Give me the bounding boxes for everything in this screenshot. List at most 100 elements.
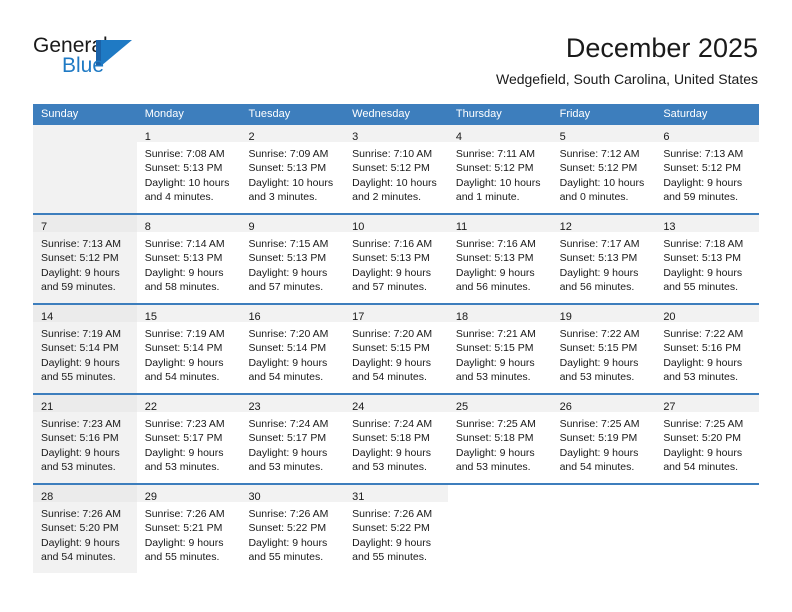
daylight-text-line2: and 0 minutes. xyxy=(559,191,629,204)
calendar-day-cell-14[interactable]: 14 Sunrise: 7:19 AM Sunset: 5:14 PM Dayl… xyxy=(33,305,137,393)
day-number-bar: 1 xyxy=(136,125,241,143)
day-number-bar: 16 xyxy=(240,305,345,323)
sunrise-text: Sunrise: 7:25 AM xyxy=(455,418,536,430)
calendar-day-cell-16[interactable]: 16 Sunrise: 7:20 AM Sunset: 5:14 PM Dayl… xyxy=(240,305,345,393)
day-number: 15 xyxy=(144,311,157,323)
sunrise-text: Sunrise: 7:15 AM xyxy=(248,238,329,250)
daylight-text-line1: Daylight: 9 hours xyxy=(559,446,639,459)
calendar-day-cell-20[interactable]: 20 Sunrise: 7:22 AM Sunset: 5:16 PM Dayl… xyxy=(655,305,760,393)
calendar-weeks: 1 Sunrise: 7:08 AM Sunset: 5:13 PM Dayli… xyxy=(33,125,760,573)
daylight-text-line1: Daylight: 10 hours xyxy=(352,176,437,189)
page-header: General Blue December 2025 Wedgefield, S… xyxy=(0,0,792,104)
sunset-text: Sunset: 5:15 PM xyxy=(455,342,534,355)
day-number: 29 xyxy=(144,491,157,503)
title-block: December 2025 Wedgefield, South Carolina… xyxy=(496,32,758,88)
weekday-header-wednesday: Wednesday xyxy=(352,108,411,120)
calendar-day-cell-18[interactable]: 18 Sunrise: 7:21 AM Sunset: 5:15 PM Dayl… xyxy=(447,305,552,393)
calendar-day-cell-26[interactable]: 26 Sunrise: 7:25 AM Sunset: 5:19 PM Dayl… xyxy=(551,395,656,483)
day-number: 16 xyxy=(248,311,261,323)
day-number-bar: 10 xyxy=(344,215,448,233)
calendar-day-cell-12[interactable]: 12 Sunrise: 7:17 AM Sunset: 5:13 PM Dayl… xyxy=(551,215,656,303)
daylight-text-line1: Daylight: 9 hours xyxy=(41,446,120,459)
sunrise-text: Sunrise: 7:13 AM xyxy=(663,148,744,160)
calendar-day-cell-29[interactable]: 29 Sunrise: 7:26 AM Sunset: 5:21 PM Dayl… xyxy=(136,485,241,573)
calendar-day-cell-30[interactable]: 30 Sunrise: 7:26 AM Sunset: 5:22 PM Dayl… xyxy=(240,485,345,573)
calendar-day-cell-24[interactable]: 24 Sunrise: 7:24 AM Sunset: 5:18 PM Dayl… xyxy=(344,395,448,483)
calendar-day-cell-17[interactable]: 17 Sunrise: 7:20 AM Sunset: 5:15 PM Dayl… xyxy=(344,305,448,393)
weekday-header-friday: Friday xyxy=(559,108,591,120)
calendar-day-cell-10[interactable]: 10 Sunrise: 7:16 AM Sunset: 5:13 PM Dayl… xyxy=(344,215,448,303)
day-number-bar: 4 xyxy=(447,125,552,143)
sunrise-text: Sunrise: 7:26 AM xyxy=(41,508,121,520)
sunset-text: Sunset: 5:14 PM xyxy=(144,342,223,355)
daylight-text-line1: Daylight: 10 hours xyxy=(248,176,334,189)
daylight-text-line2: and 54 minutes. xyxy=(352,371,427,384)
calendar-week-row: 21 Sunrise: 7:23 AM Sunset: 5:16 PM Dayl… xyxy=(33,393,760,483)
daylight-text-line1: Daylight: 9 hours xyxy=(559,356,639,369)
calendar-day-cell-11[interactable]: 11 Sunrise: 7:16 AM Sunset: 5:13 PM Dayl… xyxy=(447,215,552,303)
day-number-bar: 28 xyxy=(33,485,137,503)
daylight-text-line1: Daylight: 10 hours xyxy=(144,176,230,189)
daylight-text-line2: and 55 minutes. xyxy=(248,551,324,564)
day-number: 2 xyxy=(248,131,255,143)
calendar-day-cell-empty xyxy=(551,485,656,573)
sunrise-text: Sunrise: 7:10 AM xyxy=(352,148,433,160)
daylight-text-line2: and 57 minutes. xyxy=(248,281,324,294)
brand-logo[interactable]: General Blue xyxy=(33,34,213,86)
day-number: 13 xyxy=(663,221,676,233)
day-details: Sunrise: 7:23 AM Sunset: 5:16 PM Dayligh… xyxy=(33,412,137,479)
calendar-day-cell-7[interactable]: 7 Sunrise: 7:13 AM Sunset: 5:12 PM Dayli… xyxy=(33,215,137,303)
calendar-day-cell-1[interactable]: 1 Sunrise: 7:08 AM Sunset: 5:13 PM Dayli… xyxy=(136,125,241,213)
daylight-text-line1: Daylight: 9 hours xyxy=(144,446,224,459)
day-number-bar: 22 xyxy=(136,395,241,413)
calendar-day-cell-19[interactable]: 19 Sunrise: 7:22 AM Sunset: 5:15 PM Dayl… xyxy=(551,305,656,393)
day-number-bar: 29 xyxy=(136,485,241,503)
calendar-day-cell-3[interactable]: 3 Sunrise: 7:10 AM Sunset: 5:12 PM Dayli… xyxy=(344,125,448,213)
calendar-day-cell-9[interactable]: 9 Sunrise: 7:15 AM Sunset: 5:13 PM Dayli… xyxy=(240,215,345,303)
daylight-text-line2: and 53 minutes. xyxy=(455,371,531,384)
sunset-text: Sunset: 5:12 PM xyxy=(41,252,119,265)
day-number: 22 xyxy=(144,401,157,413)
daylight-text-line1: Daylight: 9 hours xyxy=(663,446,743,459)
calendar-day-cell-13[interactable]: 13 Sunrise: 7:18 AM Sunset: 5:13 PM Dayl… xyxy=(655,215,760,303)
day-details: Sunrise: 7:23 AM Sunset: 5:17 PM Dayligh… xyxy=(137,412,241,479)
daylight-text-line1: Daylight: 10 hours xyxy=(559,176,645,189)
calendar-day-cell-15[interactable]: 15 Sunrise: 7:19 AM Sunset: 5:14 PM Dayl… xyxy=(136,305,241,393)
day-number: 14 xyxy=(41,311,54,323)
calendar-day-cell-empty xyxy=(33,125,137,213)
daylight-text-line2: and 56 minutes. xyxy=(559,281,635,294)
calendar-day-cell-8[interactable]: 8 Sunrise: 7:14 AM Sunset: 5:13 PM Dayli… xyxy=(136,215,241,303)
day-number-bar: 9 xyxy=(240,215,345,233)
day-number: 12 xyxy=(559,221,572,233)
calendar-day-cell-28[interactable]: 28 Sunrise: 7:26 AM Sunset: 5:20 PM Dayl… xyxy=(33,485,137,573)
calendar-day-cell-31[interactable]: 31 Sunrise: 7:26 AM Sunset: 5:22 PM Dayl… xyxy=(344,485,448,573)
day-details: Sunrise: 7:19 AM Sunset: 5:14 PM Dayligh… xyxy=(33,322,137,389)
sunrise-text: Sunrise: 7:12 AM xyxy=(559,148,640,160)
day-details: Sunrise: 7:14 AM Sunset: 5:13 PM Dayligh… xyxy=(137,232,241,299)
calendar-day-cell-21[interactable]: 21 Sunrise: 7:23 AM Sunset: 5:16 PM Dayl… xyxy=(33,395,137,483)
daylight-text-line1: Daylight: 9 hours xyxy=(41,356,120,369)
calendar-day-cell-4[interactable]: 4 Sunrise: 7:11 AM Sunset: 5:12 PM Dayli… xyxy=(447,125,552,213)
calendar-day-cell-2[interactable]: 2 Sunrise: 7:09 AM Sunset: 5:13 PM Dayli… xyxy=(240,125,345,213)
calendar-day-cell-6[interactable]: 6 Sunrise: 7:13 AM Sunset: 5:12 PM Dayli… xyxy=(655,125,760,213)
calendar-day-cell-27[interactable]: 27 Sunrise: 7:25 AM Sunset: 5:20 PM Dayl… xyxy=(655,395,760,483)
page-title: December 2025 xyxy=(565,33,758,63)
calendar-day-cell-22[interactable]: 22 Sunrise: 7:23 AM Sunset: 5:17 PM Dayl… xyxy=(136,395,241,483)
daylight-text-line1: Daylight: 9 hours xyxy=(248,356,328,369)
daylight-text-line2: and 54 minutes. xyxy=(41,551,116,564)
day-number: 11 xyxy=(455,221,468,233)
day-number-bar: 13 xyxy=(655,215,760,233)
day-details: Sunrise: 7:22 AM Sunset: 5:15 PM Dayligh… xyxy=(552,322,656,389)
sunset-text: Sunset: 5:13 PM xyxy=(352,252,430,265)
sunset-text: Sunset: 5:16 PM xyxy=(663,342,741,355)
day-details: Sunrise: 7:26 AM Sunset: 5:22 PM Dayligh… xyxy=(344,502,448,569)
daylight-text-line1: Daylight: 9 hours xyxy=(144,266,224,279)
calendar-day-cell-5[interactable]: 5 Sunrise: 7:12 AM Sunset: 5:12 PM Dayli… xyxy=(551,125,656,213)
daylight-text-line2: and 54 minutes. xyxy=(663,461,739,474)
calendar-day-cell-25[interactable]: 25 Sunrise: 7:25 AM Sunset: 5:18 PM Dayl… xyxy=(447,395,552,483)
sunset-text: Sunset: 5:13 PM xyxy=(144,252,223,265)
day-number-bar: 2 xyxy=(240,125,345,143)
calendar-day-cell-23[interactable]: 23 Sunrise: 7:24 AM Sunset: 5:17 PM Dayl… xyxy=(240,395,345,483)
sunrise-text: Sunrise: 7:25 AM xyxy=(559,418,640,430)
sunset-text: Sunset: 5:17 PM xyxy=(144,432,223,445)
